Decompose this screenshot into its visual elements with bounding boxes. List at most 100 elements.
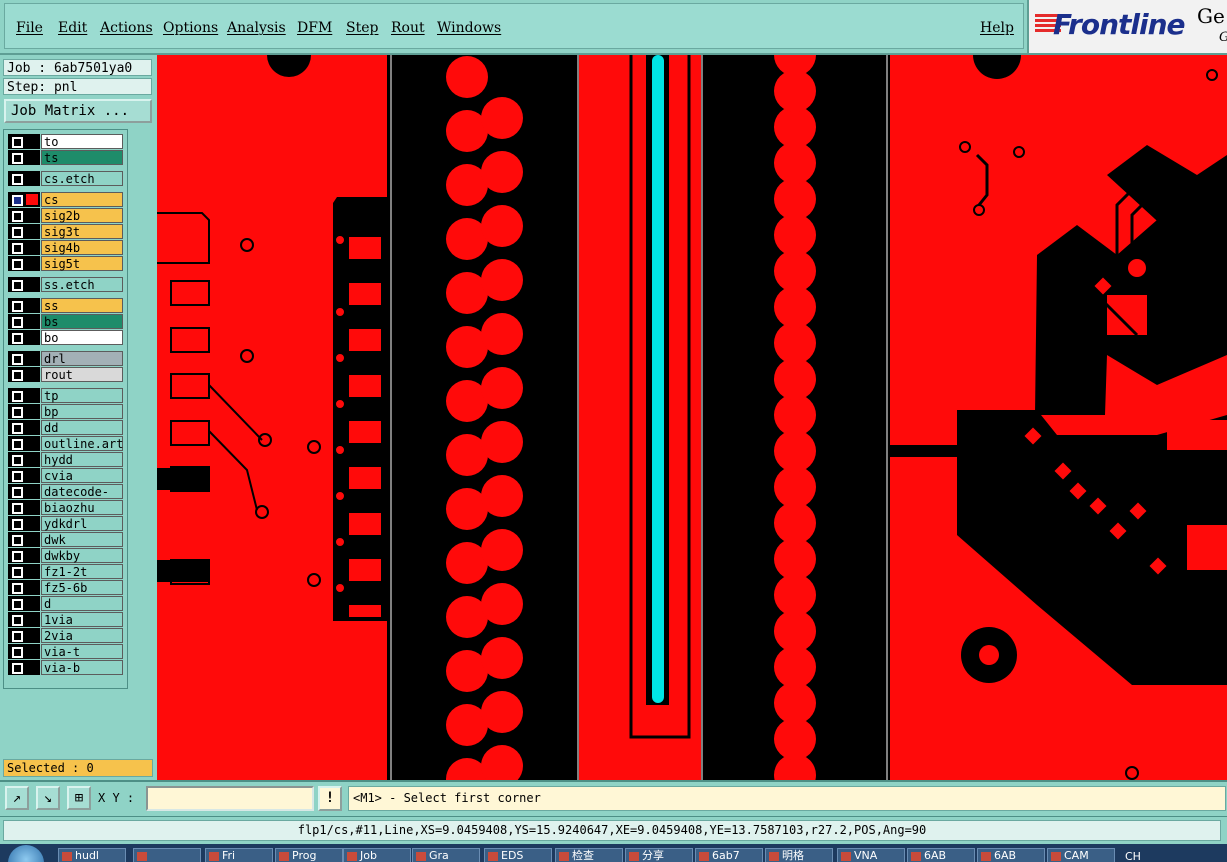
taskbar-item[interactable]: EDS (484, 848, 552, 862)
layer-checkbox[interactable] (8, 564, 40, 579)
zoom-fit-button[interactable]: ↗ (5, 786, 29, 810)
layer-row-cs.etch[interactable]: cs.etch (8, 171, 126, 186)
taskbar-item[interactable]: 检查 (555, 848, 623, 862)
menu-options[interactable]: Options (163, 20, 218, 36)
graphic-canvas[interactable] (157, 55, 1227, 780)
menu-actions[interactable]: Actions (100, 20, 153, 36)
taskbar-item[interactable]: Job (343, 848, 411, 862)
layer-row-sig5t[interactable]: sig5t (8, 256, 126, 271)
taskbar-item[interactable]: 分享 (625, 848, 693, 862)
layer-row-bo[interactable]: bo (8, 330, 126, 345)
layer-name[interactable]: rout (41, 367, 123, 382)
zoom-area-button[interactable]: ↘ (36, 786, 60, 810)
layer-row-bs[interactable]: bs (8, 314, 126, 329)
layer-name[interactable]: fz1-2t (41, 564, 123, 579)
menu-step[interactable]: Step (346, 20, 378, 36)
layer-checkbox[interactable] (8, 452, 40, 467)
taskbar-item[interactable]: Prog (275, 848, 343, 862)
layer-name[interactable]: via-b (41, 660, 123, 675)
layer-name[interactable]: ydkdrl (41, 516, 123, 531)
layer-name[interactable]: ts (41, 150, 123, 165)
layer-checkbox[interactable] (8, 596, 40, 611)
layer-row-ts[interactable]: ts (8, 150, 126, 165)
layer-row-d[interactable]: d (8, 596, 126, 611)
layer-checkbox[interactable] (8, 612, 40, 627)
layer-name[interactable]: bo (41, 330, 123, 345)
layer-name[interactable]: tp (41, 388, 123, 403)
layer-row-via-t[interactable]: via-t (8, 644, 126, 659)
layer-row-sig4b[interactable]: sig4b (8, 240, 126, 255)
layer-checkbox[interactable] (8, 240, 40, 255)
taskbar-item[interactable]: 6AB (977, 848, 1045, 862)
layer-row-outline.art[interactable]: outline.art (8, 436, 126, 451)
layer-row-drl[interactable]: drl (8, 351, 126, 366)
layer-name[interactable]: hydd (41, 452, 123, 467)
layer-checkbox[interactable] (8, 192, 40, 207)
layer-checkbox[interactable] (8, 351, 40, 366)
layer-checkbox[interactable] (8, 548, 40, 563)
layer-row-sig2b[interactable]: sig2b (8, 208, 126, 223)
layer-row-via-b[interactable]: via-b (8, 660, 126, 675)
layer-row-ydkdrl[interactable]: ydkdrl (8, 516, 126, 531)
layer-checkbox[interactable] (8, 532, 40, 547)
layer-checkbox[interactable] (8, 516, 40, 531)
layer-name[interactable]: sig5t (41, 256, 123, 271)
layer-name[interactable]: dwkby (41, 548, 123, 563)
layer-row-hydd[interactable]: hydd (8, 452, 126, 467)
layer-name[interactable]: dwk (41, 532, 123, 547)
taskbar-item[interactable]: CAM (1047, 848, 1115, 862)
taskbar-item[interactable]: Fri (205, 848, 273, 862)
layer-checkbox[interactable] (8, 367, 40, 382)
layer-checkbox[interactable] (8, 500, 40, 515)
layer-name[interactable]: outline.art (41, 436, 123, 451)
layer-row-ss[interactable]: ss (8, 298, 126, 313)
menu-dfm[interactable]: DFM (297, 20, 332, 36)
layer-checkbox[interactable] (8, 134, 40, 149)
layer-row-sig3t[interactable]: sig3t (8, 224, 126, 239)
taskbar-item[interactable]: 6AB (907, 848, 975, 862)
menu-help[interactable]: Help (980, 20, 1014, 36)
layer-checkbox[interactable] (8, 484, 40, 499)
layer-name[interactable]: datecode-to (41, 484, 123, 513)
layer-row-fz5-6b[interactable]: fz5-6b (8, 580, 126, 595)
layer-row-dwkby[interactable]: dwkby (8, 548, 126, 563)
layer-row-2via[interactable]: 2via (8, 628, 126, 643)
layer-checkbox[interactable] (8, 277, 40, 292)
layer-checkbox[interactable] (8, 314, 40, 329)
menu-file[interactable]: File (16, 20, 43, 36)
menu-windows[interactable]: Windows (437, 20, 501, 36)
layer-row-cs[interactable]: cs (8, 192, 126, 207)
layer-name[interactable]: cs (41, 192, 123, 207)
layer-name[interactable]: to (41, 134, 123, 149)
layer-name[interactable]: ss (41, 298, 123, 313)
layer-name[interactable]: dd (41, 420, 123, 435)
taskbar-item[interactable] (133, 848, 201, 862)
layer-row-datecode-to[interactable]: datecode-to (8, 484, 126, 513)
taskbar-item[interactable]: VNA (837, 848, 905, 862)
start-button[interactable] (8, 845, 44, 862)
taskbar-item[interactable]: hudl (58, 848, 126, 862)
layer-row-tp[interactable]: tp (8, 388, 126, 403)
layer-checkbox[interactable] (8, 388, 40, 403)
layer-name[interactable]: sig2b (41, 208, 123, 223)
layer-name[interactable]: ss.etch (41, 277, 123, 292)
layer-checkbox[interactable] (8, 660, 40, 675)
layer-name[interactable]: 1via (41, 612, 123, 627)
layer-name[interactable]: d (41, 596, 123, 611)
taskbar-item[interactable]: Gra (412, 848, 480, 862)
layer-checkbox[interactable] (8, 420, 40, 435)
xy-input[interactable] (146, 786, 314, 811)
layer-name[interactable]: bp (41, 404, 123, 419)
layer-name[interactable]: biaozhu (41, 500, 123, 515)
layer-row-biaozhu[interactable]: biaozhu (8, 500, 126, 515)
layer-row-1via[interactable]: 1via (8, 612, 126, 627)
layer-checkbox[interactable] (8, 150, 40, 165)
layer-row-to[interactable]: to (8, 134, 126, 149)
layer-name[interactable]: cvia (41, 468, 123, 483)
exclaim-button[interactable]: ! (318, 786, 342, 811)
layer-checkbox[interactable] (8, 330, 40, 345)
layer-row-dwk[interactable]: dwk (8, 532, 126, 547)
layer-name[interactable]: sig4b (41, 240, 123, 255)
job-matrix-button[interactable]: Job Matrix ... (4, 99, 152, 123)
layer-checkbox[interactable] (8, 468, 40, 483)
